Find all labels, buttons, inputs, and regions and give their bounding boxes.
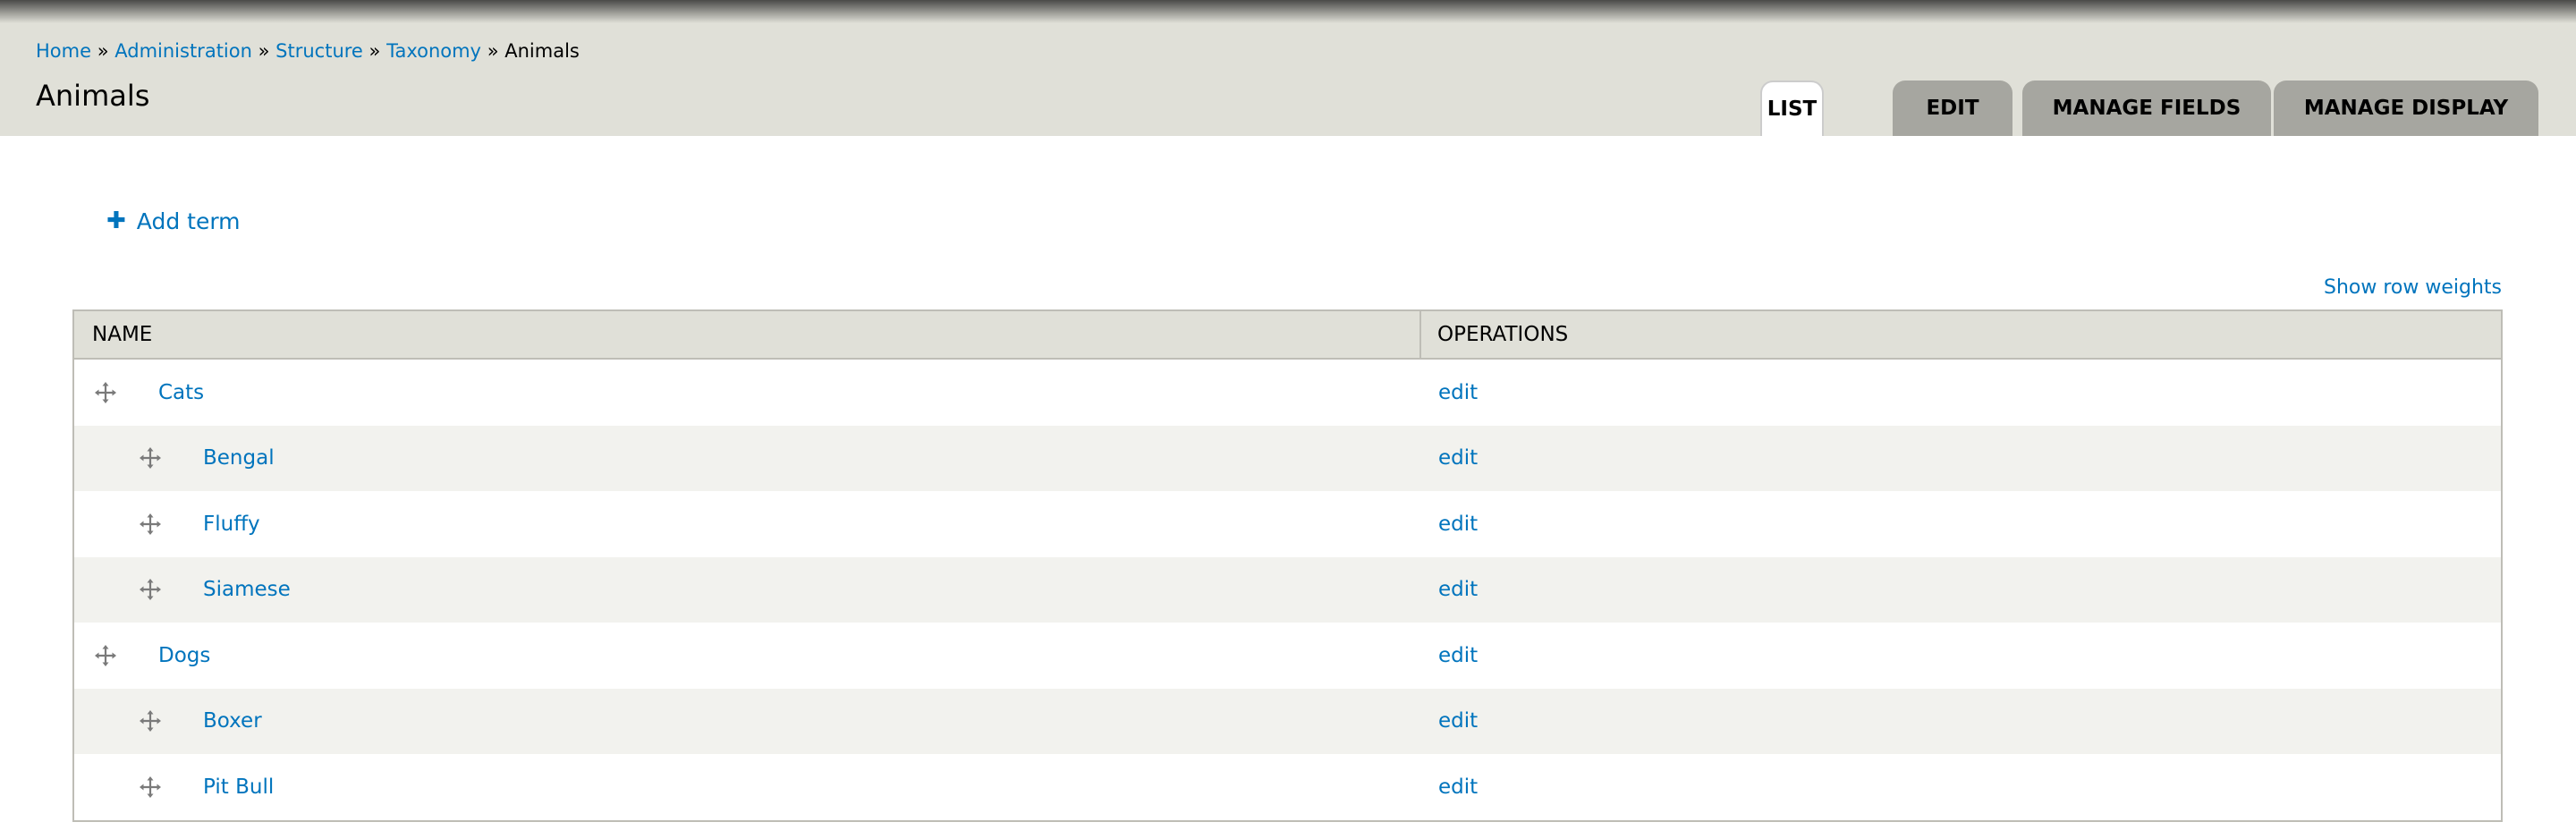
tab-list[interactable]: LIST xyxy=(1760,81,1824,136)
table-row: Fluffy edit xyxy=(73,491,2502,557)
term-link[interactable]: Siamese xyxy=(203,578,291,601)
table-row: Cats edit xyxy=(73,359,2502,426)
breadcrumb-administration[interactable]: Administration xyxy=(114,40,252,62)
breadcrumb-separator: » xyxy=(369,40,381,62)
add-term-label: Add term xyxy=(136,208,241,234)
breadcrumb-taxonomy[interactable]: Taxonomy xyxy=(386,40,481,62)
table-row: Siamese edit xyxy=(73,556,2502,623)
term-link[interactable]: Dogs xyxy=(158,644,210,667)
name-cell: Siamese xyxy=(73,556,1420,623)
plus-icon: ✚ xyxy=(106,208,126,234)
tab-manage-display[interactable]: MANAGE DISPLAY xyxy=(2274,81,2538,136)
name-cell: Bengal xyxy=(73,425,1420,491)
operations-cell: edit xyxy=(1420,359,2502,426)
breadcrumb-structure[interactable]: Structure xyxy=(275,40,363,62)
operations-cell: edit xyxy=(1420,425,2502,491)
name-cell: Dogs xyxy=(73,623,1420,689)
drag-handle-icon[interactable] xyxy=(139,513,162,536)
show-row-weights-link[interactable]: Show row weights xyxy=(2324,276,2502,299)
name-cell: Boxer xyxy=(73,688,1420,754)
operations-cell: edit xyxy=(1420,754,2502,821)
edit-link[interactable]: edit xyxy=(1438,644,1478,667)
toolbar-shadow xyxy=(0,0,2576,23)
drag-handle-icon[interactable] xyxy=(139,578,162,601)
edit-link[interactable]: edit xyxy=(1438,709,1478,733)
operations-cell: edit xyxy=(1420,623,2502,689)
operations-cell: edit xyxy=(1420,688,2502,754)
breadcrumb-separator: » xyxy=(487,40,499,62)
term-link[interactable]: Bengal xyxy=(203,446,275,470)
operations-cell: edit xyxy=(1420,491,2502,557)
breadcrumb-separator: » xyxy=(97,40,109,62)
edit-link[interactable]: edit xyxy=(1438,578,1478,601)
add-term-button[interactable]: ✚ Add term xyxy=(106,208,241,234)
table-row: Pit Bull edit xyxy=(73,754,2502,821)
column-header-name: NAME xyxy=(73,310,1420,360)
drag-handle-icon[interactable] xyxy=(139,446,162,470)
term-link[interactable]: Fluffy xyxy=(203,513,260,536)
page-header: Home » Administration » Structure » Taxo… xyxy=(0,0,2576,136)
term-link[interactable]: Cats xyxy=(158,381,204,404)
drag-handle-icon[interactable] xyxy=(139,775,162,799)
term-link[interactable]: Pit Bull xyxy=(203,775,274,799)
tab-manage-fields[interactable]: MANAGE FIELDS xyxy=(2022,81,2271,136)
terms-table: NAME OPERATIONS Cats edit Bengal edit Fl… xyxy=(72,309,2503,822)
table-row: Boxer edit xyxy=(73,688,2502,754)
drag-handle-icon[interactable] xyxy=(94,381,117,404)
drag-handle-icon[interactable] xyxy=(94,644,117,667)
page-title: Animals xyxy=(36,79,150,113)
edit-link[interactable]: edit xyxy=(1438,513,1478,536)
breadcrumb: Home » Administration » Structure » Taxo… xyxy=(36,40,580,62)
table-header-row: NAME OPERATIONS xyxy=(73,310,2502,360)
name-cell: Fluffy xyxy=(73,491,1420,557)
tab-edit[interactable]: EDIT xyxy=(1893,81,2012,136)
drag-handle-icon[interactable] xyxy=(139,709,162,733)
table-row: Bengal edit xyxy=(73,425,2502,491)
edit-link[interactable]: edit xyxy=(1438,775,1478,799)
edit-link[interactable]: edit xyxy=(1438,381,1478,404)
edit-link[interactable]: edit xyxy=(1438,446,1478,470)
term-link[interactable]: Boxer xyxy=(203,709,262,733)
name-cell: Cats xyxy=(73,359,1420,426)
breadcrumb-home[interactable]: Home xyxy=(36,40,91,62)
breadcrumb-separator: » xyxy=(258,40,270,62)
column-header-operations: OPERATIONS xyxy=(1419,310,2502,360)
operations-cell: edit xyxy=(1420,556,2502,623)
table-row: Dogs edit xyxy=(73,623,2502,689)
name-cell: Pit Bull xyxy=(73,754,1420,821)
breadcrumb-current: Animals xyxy=(504,40,580,62)
